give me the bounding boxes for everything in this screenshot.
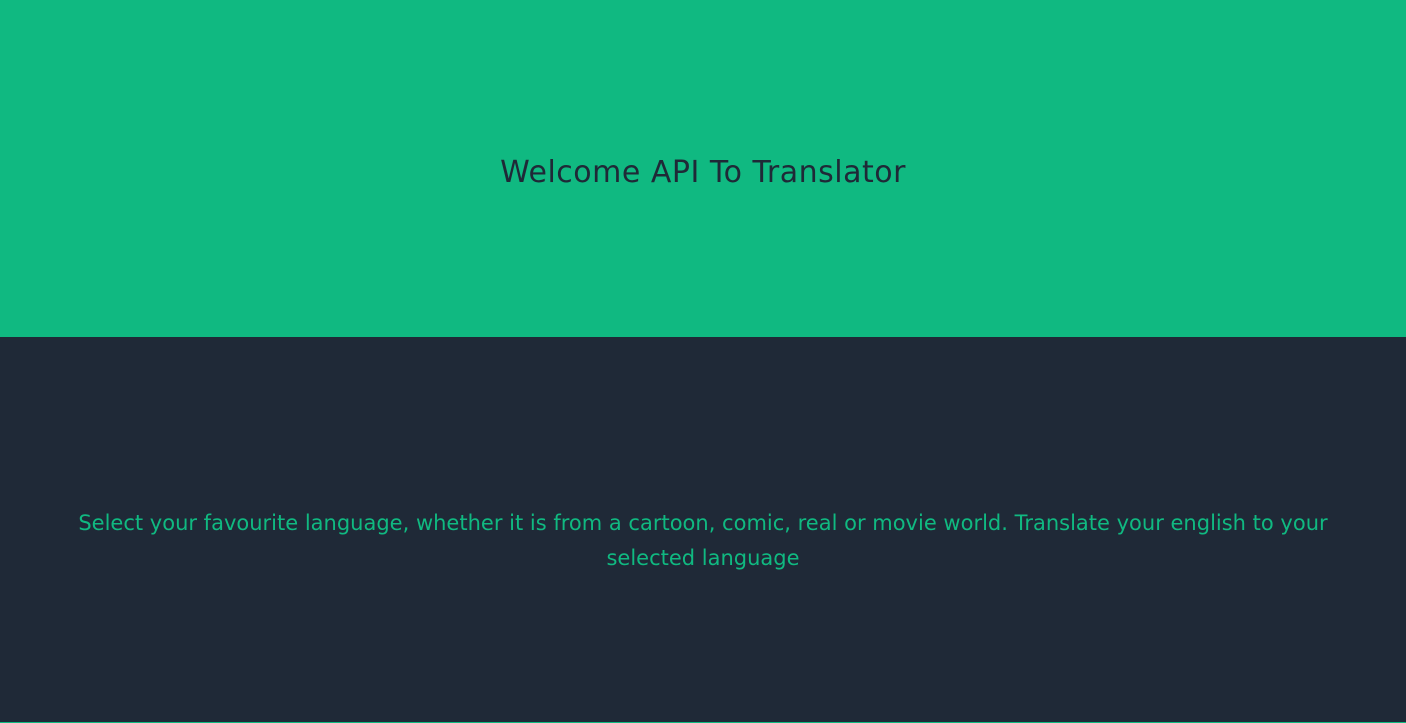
page-title: Welcome API To Translator: [500, 155, 906, 190]
description-section: Select your favourite language, whether …: [0, 337, 1406, 722]
description-text: Select your favourite language, whether …: [78, 510, 1328, 570]
hero-section: Welcome API To Translator: [0, 0, 1406, 337]
